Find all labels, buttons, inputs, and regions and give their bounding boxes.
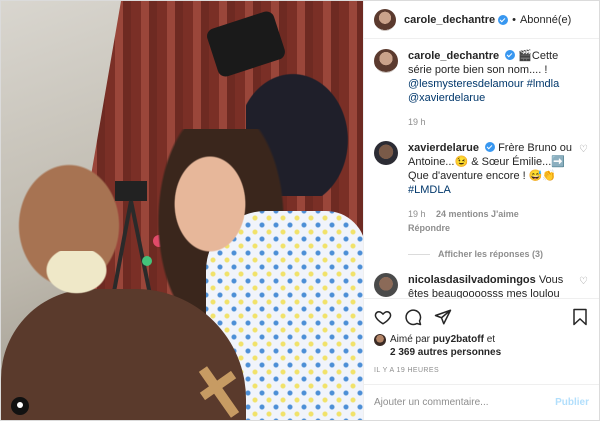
photo-man-beard [39, 251, 114, 299]
likes-middle: et [486, 334, 496, 345]
comment-icon[interactable] [404, 308, 422, 326]
likes-text: Aimé par puy2batoff et 2 369 autres pers… [390, 333, 501, 359]
bookmark-icon[interactable] [571, 308, 589, 326]
comment-like-heart-icon[interactable]: ♡ [579, 145, 589, 155]
post-sidebar: carole_dechantre • Abonné(e) carole_dech… [363, 1, 599, 420]
comment-item: nicolasdasilvadomingos Vous êtes beaugoo… [374, 273, 589, 298]
comment-meta: 19 h 24 mentions J'aime Répondre [408, 207, 575, 235]
comment-like-heart-icon[interactable]: ♡ [579, 277, 589, 287]
post-timestamp[interactable]: IL Y A 19 HEURES [374, 367, 589, 374]
verified-badge-icon [505, 50, 516, 60]
liker-avatar[interactable] [374, 334, 386, 346]
caption-meta: 19 h [408, 115, 575, 129]
comment-body: nicolasdasilvadomingos Vous êtes beaugoo… [408, 273, 589, 298]
post-photo[interactable] [1, 1, 363, 420]
comment-likes-count[interactable]: 24 mentions J'aime [436, 209, 519, 219]
verified-badge-icon [498, 14, 509, 25]
commenter-avatar[interactable] [374, 141, 398, 165]
instagram-post: carole_dechantre • Abonné(e) carole_dech… [0, 0, 600, 421]
heart-icon[interactable] [374, 308, 392, 326]
reply-button[interactable]: Répondre [408, 223, 450, 233]
caption-avatar[interactable] [374, 49, 398, 73]
other-likers-link[interactable]: 2 369 autres personnes [390, 347, 501, 358]
photo-woman-face [169, 149, 251, 259]
post-header: carole_dechantre • Abonné(e) [364, 1, 599, 39]
liker-username[interactable]: puy2batoff [433, 334, 484, 345]
share-icon[interactable] [434, 308, 452, 326]
verified-badge-icon [485, 142, 495, 152]
comment-hashtag-link[interactable]: #LMDLA [408, 184, 451, 196]
publish-button[interactable]: Publier [555, 397, 589, 408]
comment-item: xavierdelarue Frère Bruno ou Antoine...😉… [374, 141, 589, 235]
caption-mention-link[interactable]: @lesmysteresdelamour [408, 78, 524, 90]
replies-divider [408, 253, 430, 255]
commenter-username[interactable]: xavierdelarue [408, 142, 479, 154]
caption-body: carole_dechantre 🎬Cette série porte bien… [408, 49, 589, 129]
caption-mention-link[interactable]: @xavierdelarue [408, 92, 485, 104]
comment-body: xavierdelarue Frère Bruno ou Antoine...😉… [408, 141, 589, 235]
commenter-username[interactable]: nicolasdasilvadomingos [408, 274, 536, 286]
action-icons-bar [374, 305, 589, 329]
user-tag-icon[interactable] [11, 397, 29, 415]
likes-prefix: Aimé par [390, 334, 431, 345]
caption-username[interactable]: carole_dechantre [408, 50, 499, 62]
caption: carole_dechantre 🎬Cette série porte bien… [374, 49, 589, 129]
caption-time[interactable]: 19 h [408, 117, 426, 127]
view-replies-label: Afficher les réponses (3) [438, 249, 544, 259]
post-actions: Aimé par puy2batoff et 2 369 autres pers… [364, 298, 599, 374]
following-button[interactable]: Abonné(e) [520, 14, 571, 26]
add-comment-bar: Publier [364, 384, 599, 420]
header-separator: • [512, 13, 516, 26]
caption-hashtag-link[interactable]: #lmdla [527, 78, 559, 90]
author-username[interactable]: carole_dechantre [404, 14, 495, 26]
comment-input[interactable] [374, 397, 556, 408]
likes-summary: Aimé par puy2batoff et 2 369 autres pers… [374, 333, 589, 359]
commenter-avatar[interactable] [374, 273, 398, 297]
comment-time[interactable]: 19 h [408, 209, 426, 219]
author-avatar[interactable] [374, 8, 396, 31]
comments-list: carole_dechantre 🎬Cette série porte bien… [364, 39, 599, 298]
view-replies-button[interactable]: Afficher les réponses (3) [408, 249, 589, 259]
